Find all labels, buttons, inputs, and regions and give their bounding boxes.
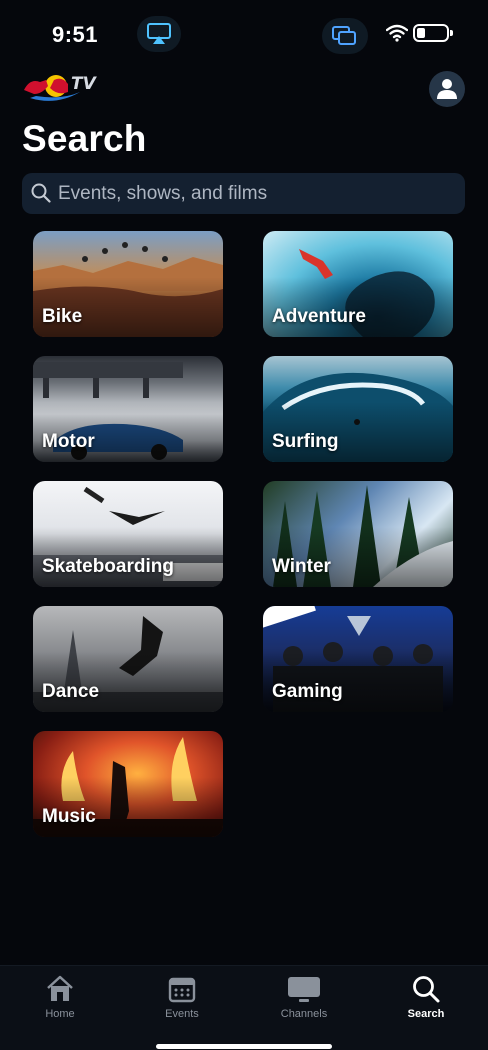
tab-home[interactable]: Home [15,974,105,1026]
wifi-icon [386,24,408,42]
battery-icon [413,24,453,42]
search-screen: 9:51 TV Search Events, shows, and films … [0,0,488,1050]
category-label: Gaming [272,681,343,702]
category-card-gaming[interactable]: Gaming [263,606,453,712]
search-bar[interactable] [22,173,465,214]
search-icon [413,976,440,1003]
red-bull-tv-logo[interactable]: TV [22,70,96,104]
category-card-dance[interactable]: Dance [33,606,223,712]
category-label: Winter [272,556,331,577]
tab-label: Home [45,1008,75,1020]
status-bar: 9:51 [0,0,488,68]
tab-events[interactable]: Events [137,974,227,1026]
tv-icon [288,977,320,1002]
search-input[interactable] [58,173,458,214]
calendar-icon [168,977,196,1003]
profile-button[interactable] [429,71,465,107]
page-title: Search [22,118,147,159]
category-label: Adventure [272,306,366,327]
category-card-surfing[interactable]: Surfing [263,356,453,462]
tab-label: Events [165,1008,199,1020]
home-icon [47,975,73,1001]
home-indicator [156,1044,332,1049]
search-icon [31,183,51,203]
category-card-motor[interactable]: Motor [33,356,223,462]
tab-bar: Home Events Channels Search [0,965,488,1050]
screen-mirroring-icon [332,26,356,45]
category-card-music[interactable]: Music [33,731,223,837]
tab-search[interactable]: Search [381,974,471,1026]
category-label: Motor [42,431,95,452]
tab-label: Channels [280,1008,328,1020]
logo-tv-text: TV [71,74,96,94]
screen-mirroring-button[interactable] [322,18,368,54]
category-label: Surfing [272,431,339,452]
category-label: Dance [42,681,100,702]
airplay-icon [147,23,171,44]
tab-channels[interactable]: Channels [259,974,349,1026]
tab-label: Search [407,1008,445,1020]
status-time: 9:51 [52,22,99,47]
category-card-winter[interactable]: Winter [263,481,453,587]
category-label: Skateboarding [42,556,174,577]
airplay-button[interactable] [137,16,181,52]
category-card-skateboarding[interactable]: Skateboarding [33,481,223,587]
category-label: Bike [42,306,83,327]
category-label: Music [42,806,96,827]
user-icon [437,79,457,99]
category-card-adventure[interactable]: Adventure [263,231,453,337]
category-card-bike[interactable]: Bike [33,231,223,337]
